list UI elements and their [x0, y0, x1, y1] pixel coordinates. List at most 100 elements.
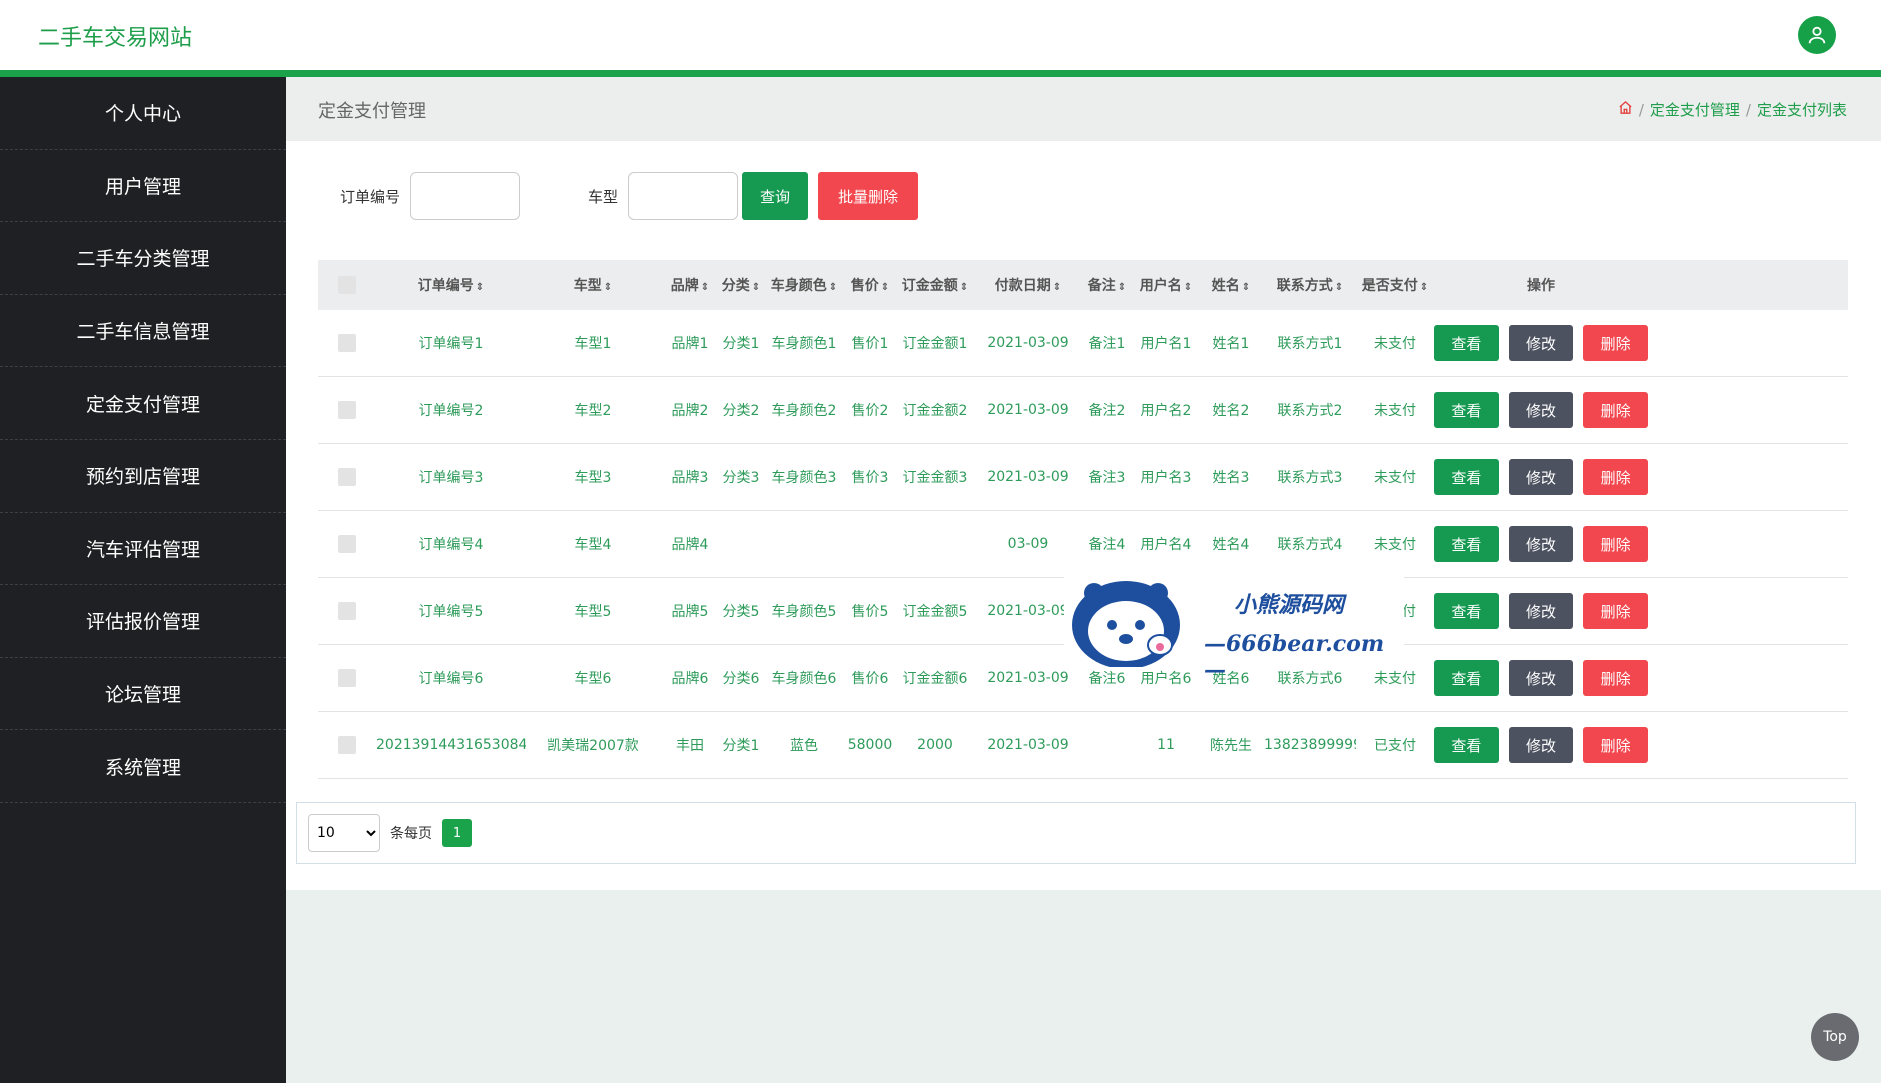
delete-button[interactable]: 删除 [1583, 727, 1648, 763]
user-icon[interactable] [1798, 16, 1836, 54]
cell-username: 用户名3 [1140, 470, 1192, 486]
table-row: 订单编号1 车型1 品牌1 分类1 车身颜色1 售价1 订金金额1 2021-03-09 备注1… [318, 310, 1848, 377]
column-header-note[interactable]: 备注 ⇕ [1080, 275, 1134, 295]
sort-icon[interactable]: ⇕ [829, 282, 837, 293]
cell-car-model: 凯美瑞2007款 [547, 738, 639, 754]
row-checkbox[interactable] [318, 468, 376, 486]
page-size-select[interactable]: 10 [308, 814, 380, 852]
delete-button[interactable]: 删除 [1583, 660, 1648, 696]
cell-note: 备注6 [1088, 671, 1126, 687]
table-row: 订单编号2 车型2 品牌2 分类2 车身颜色2 售价2 订金金额2 2021-03-09 备注2… [318, 377, 1848, 444]
back-to-top-button[interactable]: Top [1811, 1013, 1859, 1061]
order-number-input[interactable] [410, 172, 521, 220]
column-header-body-color[interactable]: 车身颜色 ⇕ [762, 275, 846, 295]
edit-button[interactable]: 修改 [1508, 727, 1574, 763]
column-header-price[interactable]: 售价 ⇕ [846, 275, 894, 295]
sort-icon[interactable]: ⇕ [1053, 282, 1061, 293]
sidebar-item-personal-center[interactable]: 个人中心 [0, 77, 286, 150]
row-checkbox[interactable] [318, 602, 376, 620]
edit-button[interactable]: 修改 [1508, 392, 1574, 428]
column-header-label: 订单编号 [417, 278, 474, 294]
view-button[interactable]: 查看 [1434, 526, 1499, 562]
sort-icon[interactable]: ⇕ [604, 282, 612, 293]
sort-icon[interactable]: ⇕ [1242, 282, 1250, 293]
cell-car-model: 车型5 [574, 604, 612, 620]
sidebar-item-car-info[interactable]: 二手车信息管理 [0, 295, 286, 368]
column-header-label: 姓名 [1211, 278, 1240, 294]
table-row: 20213914431653084088 凯美瑞2007款 丰田 分类1 蓝色 58000… [318, 712, 1848, 779]
row-checkbox[interactable] [318, 401, 376, 419]
view-button[interactable]: 查看 [1434, 593, 1499, 629]
row-checkbox[interactable] [318, 669, 376, 687]
column-header-brand[interactable]: 品牌 ⇕ [660, 275, 720, 295]
view-button[interactable]: 查看 [1434, 459, 1499, 495]
sidebar-item-forum[interactable]: 论坛管理 [0, 658, 286, 731]
column-header-name[interactable]: 姓名 ⇕ [1198, 275, 1264, 295]
column-header-category[interactable]: 分类 ⇕ [720, 275, 762, 295]
edit-button[interactable]: 修改 [1508, 660, 1574, 696]
sort-icon[interactable]: ⇕ [1335, 282, 1343, 293]
view-button[interactable]: 查看 [1434, 660, 1499, 696]
column-header-label: 操作 [1527, 278, 1555, 294]
cell-price: 58000 [847, 737, 893, 753]
edit-button[interactable]: 修改 [1508, 459, 1574, 495]
sidebar-item-store-appointment[interactable]: 预约到店管理 [0, 440, 286, 513]
home-icon[interactable] [1618, 100, 1633, 119]
edit-button[interactable]: 修改 [1508, 593, 1574, 629]
header-divider [0, 70, 1881, 77]
delete-button[interactable]: 删除 [1583, 325, 1648, 361]
column-header-username[interactable]: 用户名 ⇕ [1134, 275, 1198, 295]
sort-icon[interactable]: ⇕ [881, 282, 889, 293]
sidebar-item-deposit-payment[interactable]: 定金支付管理 [0, 367, 286, 440]
content-panel: 订单编号 车型 查询 批量删除 订单编号 ⇕ 车型 ⇕ 品牌 ⇕ 分类 ⇕ 车身颜色 ⇕ 售价 ⇕ 订金… [286, 141, 1881, 890]
delete-button[interactable]: 删除 [1583, 459, 1648, 495]
breadcrumb-item[interactable]: 定金支付管理 [1650, 99, 1740, 120]
row-checkbox[interactable] [318, 736, 376, 754]
edit-button[interactable]: 修改 [1508, 325, 1574, 361]
sort-icon[interactable]: ⇕ [1118, 282, 1126, 293]
cell-deposit-amount: 2000 [917, 737, 953, 753]
column-header-actions: 操作 [1434, 275, 1648, 295]
view-button[interactable]: 查看 [1434, 392, 1499, 428]
sort-icon[interactable]: ⇕ [1184, 282, 1192, 293]
sidebar-item-system[interactable]: 系统管理 [0, 730, 286, 803]
car-model-input[interactable] [628, 172, 739, 220]
delete-button[interactable]: 删除 [1583, 593, 1648, 629]
cell-actions: 查看 修改 删除 [1434, 660, 1648, 696]
sidebar-item-car-evaluation[interactable]: 汽车评估管理 [0, 513, 286, 586]
cell-username: 用户名4 [1140, 537, 1192, 553]
cell-car-model: 车型2 [574, 403, 612, 419]
column-header-payment-status[interactable]: 是否支付 ⇕ [1356, 275, 1434, 295]
page-title: 定金支付管理 [318, 101, 426, 122]
column-header-label: 付款日期 [994, 278, 1051, 294]
batch-delete-button[interactable]: 批量删除 [818, 172, 919, 220]
edit-button[interactable]: 修改 [1508, 526, 1574, 562]
sort-icon[interactable]: ⇕ [752, 282, 760, 293]
column-header-order-number[interactable]: 订单编号 ⇕ [376, 275, 526, 295]
delete-button[interactable]: 删除 [1583, 526, 1648, 562]
sort-icon[interactable]: ⇕ [701, 282, 709, 293]
column-header-contact[interactable]: 联系方式 ⇕ [1264, 275, 1356, 295]
delete-button[interactable]: 删除 [1583, 392, 1648, 428]
view-button[interactable]: 查看 [1434, 325, 1499, 361]
sidebar-item-car-categories[interactable]: 二手车分类管理 [0, 222, 286, 295]
breadcrumb-item[interactable]: 定金支付列表 [1757, 99, 1847, 120]
column-header-payment-date[interactable]: 付款日期 ⇕ [976, 275, 1080, 295]
sidebar-item-users[interactable]: 用户管理 [0, 150, 286, 223]
sort-icon[interactable]: ⇕ [960, 282, 968, 293]
select-all-checkbox[interactable] [318, 276, 376, 294]
query-button[interactable]: 查询 [742, 172, 809, 220]
column-header-car-model[interactable]: 车型 ⇕ [526, 275, 660, 295]
page-number-button[interactable]: 1 [442, 819, 472, 847]
sort-icon[interactable]: ⇕ [476, 282, 484, 293]
cell-body-color: 车身颜色3 [771, 470, 837, 486]
row-checkbox[interactable] [318, 535, 376, 553]
sidebar-item-evaluation-quote[interactable]: 评估报价管理 [0, 585, 286, 658]
view-button[interactable]: 查看 [1434, 727, 1499, 763]
pagination: 10 条每页 1 [296, 802, 1856, 864]
row-checkbox[interactable] [318, 334, 376, 352]
breadcrumb-separator: / [1745, 100, 1751, 119]
column-header-deposit-amount[interactable]: 订金金额 ⇕ [894, 275, 976, 295]
cell-payment-date: 03-09 [1007, 536, 1049, 552]
sort-icon[interactable]: ⇕ [1420, 282, 1428, 293]
